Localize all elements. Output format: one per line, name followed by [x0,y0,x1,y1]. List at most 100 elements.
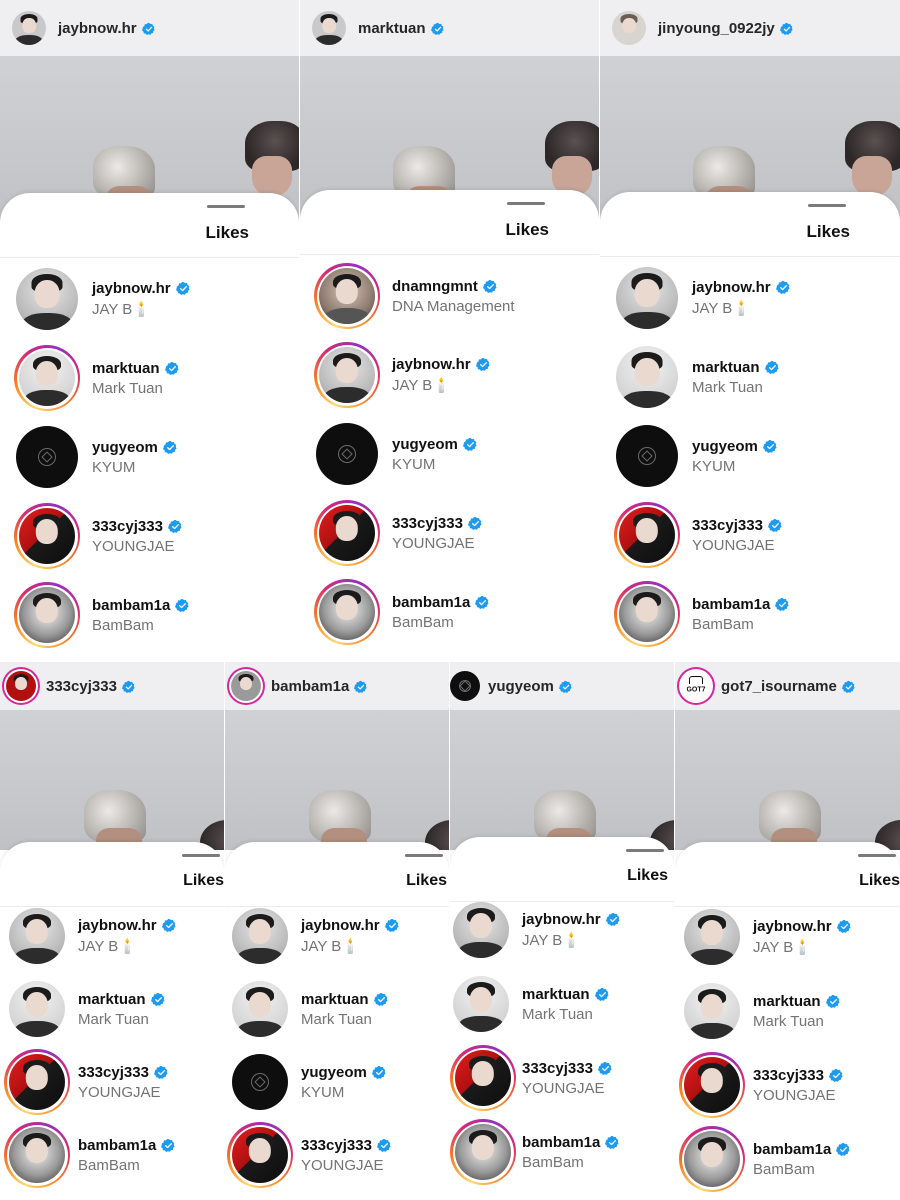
user-avatar[interactable] [679,1052,745,1118]
row-display-name: KYUM [301,1083,345,1101]
verified-badge-icon [462,437,477,451]
like-row[interactable]: bambam1a BamBam [614,579,900,649]
row-username: jaybnow.hr [692,279,791,296]
account-avatar[interactable] [312,11,346,45]
sheet-drag-handle[interactable] [207,205,245,208]
account-avatar[interactable] [231,671,261,701]
like-row[interactable]: marktuan Mark Tuan [683,976,900,1046]
sheet-drag-handle[interactable] [507,202,545,205]
user-avatar[interactable] [14,424,80,490]
like-row[interactable]: yugyeom KYUM [14,422,299,492]
user-avatar[interactable] [452,975,510,1033]
user-avatar[interactable] [452,901,510,959]
sheet-drag-handle[interactable] [626,849,664,852]
like-row[interactable]: bambam1a BamBam [679,1124,900,1194]
likes-panel-youngjae: 333cyj333 Likes jaybnow.hr JAY B🕯️ marktu… [0,662,224,1200]
user-avatar[interactable] [614,502,680,568]
account-username[interactable]: bambam1a [271,678,368,695]
row-username: jaybnow.hr [301,917,400,934]
sheet-drag-handle[interactable] [858,854,896,857]
account-username[interactable]: yugyeom [488,678,573,695]
user-avatar[interactable] [614,344,680,410]
like-row[interactable]: yugyeom KYUM [314,419,599,489]
like-row[interactable]: jaybnow.hr JAY B🕯️ [231,901,449,971]
user-avatar[interactable] [14,266,80,332]
account-avatar[interactable] [6,671,36,701]
row-display-name: BamBam [392,613,454,631]
user-avatar[interactable] [14,345,80,411]
verified-badge-icon [482,279,497,293]
like-row[interactable]: bambam1a BamBam [450,1117,674,1187]
user-avatar[interactable] [450,1045,516,1111]
sheet-drag-handle[interactable] [808,204,846,207]
like-row[interactable]: jaybnow.hr JAY B🕯️ [8,901,224,971]
account-avatar[interactable] [12,11,46,45]
user-avatar[interactable] [231,1053,289,1111]
like-row[interactable]: marktuan Mark Tuan [231,974,449,1044]
row-display-name: BamBam [78,1156,140,1174]
like-row[interactable]: marktuan Mark Tuan [8,974,224,1044]
row-display-name: Mark Tuan [92,379,163,397]
user-avatar[interactable] [679,1126,745,1192]
like-row[interactable]: jaybnow.hr JAY B🕯️ [683,902,900,972]
got7-logo-icon [689,675,703,684]
row-display-name: JAY B🕯️ [522,932,581,949]
like-row[interactable]: 333cyj333 YOUNGJAE [314,498,599,568]
user-avatar[interactable] [614,581,680,647]
account-username[interactable]: jinyoung_0922jy [658,20,794,37]
account-username[interactable]: got7_isourname [721,678,856,695]
like-row[interactable]: 333cyj333 YOUNGJAE [614,500,900,570]
like-row[interactable]: 333cyj333 YOUNGJAE [4,1047,224,1117]
user-avatar[interactable] [314,342,380,408]
verified-badge-icon [384,918,399,932]
user-avatar[interactable] [4,1122,70,1188]
row-username: yugyeom [392,436,478,453]
like-row[interactable]: bambam1a BamBam [314,577,599,647]
verified-badge-icon [373,992,388,1006]
user-avatar[interactable] [314,500,380,566]
sheet-drag-handle[interactable] [182,854,220,857]
like-row[interactable]: yugyeom KYUM [614,421,900,491]
verified-badge-icon [836,1142,850,1156]
like-row[interactable]: jaybnow.hr JAY B🕯️ [14,264,299,334]
user-avatar[interactable] [231,907,289,965]
user-avatar[interactable] [614,265,680,331]
row-username: 333cyj333 [692,517,783,534]
divider [300,254,599,255]
user-avatar[interactable] [683,908,741,966]
user-avatar[interactable] [14,503,80,569]
like-row[interactable]: marktuan Mark Tuan [14,343,299,413]
user-avatar[interactable] [614,423,680,489]
like-row[interactable]: 333cyj333 YOUNGJAE [450,1043,674,1113]
account-username[interactable]: 333cyj333 [46,678,136,695]
user-avatar[interactable] [450,1119,516,1185]
like-row[interactable]: 333cyj333 YOUNGJAE [227,1120,449,1190]
like-row[interactable]: jaybnow.hr JAY B🕯️ [452,895,674,965]
user-avatar[interactable] [227,1122,293,1188]
user-avatar[interactable] [8,980,66,1038]
like-row[interactable]: bambam1a BamBam [4,1120,224,1190]
account-avatar[interactable] [450,671,480,701]
user-avatar[interactable] [314,263,380,329]
account-username[interactable]: marktuan [358,20,445,37]
user-avatar[interactable] [231,980,289,1038]
like-row[interactable]: jaybnow.hr JAY B🕯️ [314,340,599,410]
sheet-drag-handle[interactable] [405,854,443,857]
like-row[interactable]: dnamngmnt DNA Management [314,261,599,331]
user-avatar[interactable] [314,579,380,645]
like-row[interactable]: bambam1a BamBam [14,580,299,650]
like-row[interactable]: marktuan Mark Tuan [614,342,900,412]
like-row[interactable]: marktuan Mark Tuan [452,969,674,1039]
like-row[interactable]: 333cyj333 YOUNGJAE [679,1050,900,1120]
user-avatar[interactable] [683,982,741,1040]
user-avatar[interactable] [314,421,380,487]
like-row[interactable]: jaybnow.hr JAY B🕯️ [614,263,900,333]
user-avatar[interactable] [14,582,80,648]
account-avatar[interactable]: GOT7 [681,671,711,701]
like-row[interactable]: yugyeom KYUM [231,1047,449,1117]
account-username[interactable]: jaybnow.hr [58,20,156,37]
like-row[interactable]: 333cyj333 YOUNGJAE [14,501,299,571]
user-avatar[interactable] [4,1049,70,1115]
user-avatar[interactable] [8,907,66,965]
account-avatar[interactable] [612,11,646,45]
